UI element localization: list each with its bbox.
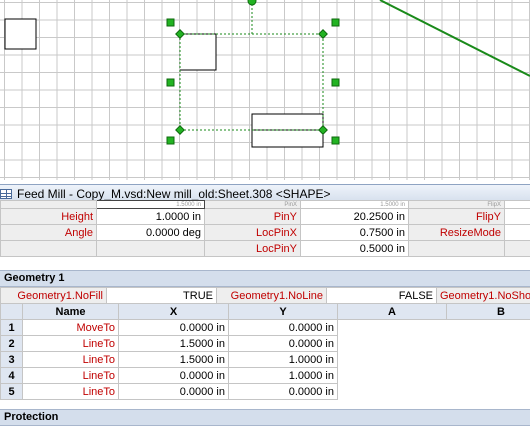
handle-outer-mid-left [166,78,175,87]
cell-noshow-label: Geometry1.NoShow [436,287,530,304]
cell-height-value[interactable]: 1.0000 in [96,208,205,225]
cell-angle-label: Angle [0,224,97,241]
row-y-value[interactable]: 0.0000 in [228,319,338,336]
row-name: LineTo [22,367,119,384]
cell-piny-value[interactable]: 20.2500 in [300,208,409,225]
transform-row: Height 1.0000 in PinY 20.2500 in FlipY [0,208,530,225]
transform-row-partial: 1.5000 in PinX 1.5000 in FlipX [0,200,530,209]
transform-row: LocPinY 0.5000 in [0,240,530,257]
row-number[interactable]: 2 [0,335,23,352]
row-x-value[interactable]: 0.0000 in [118,319,229,336]
geometry-rows-table: Name X Y A B 1 MoveTo 0.0000 in 0.0000 i… [0,303,530,400]
row-number[interactable]: 5 [0,383,23,400]
cell-piny-label: PinY [204,208,301,225]
cell-flipx-label: FlipX [408,200,505,209]
handle-outer-bottom-left [166,136,175,145]
table-row: 5 LineTo 0.0000 in 0.0000 in [0,383,530,400]
cell-nofill-label: Geometry1.NoFill [0,287,107,304]
row-y-value[interactable]: 1.0000 in [228,367,338,384]
cell-locpinx-value[interactable]: 0.7500 in [300,224,409,241]
row-y-value[interactable]: 0.0000 in [228,383,338,400]
table-row: 1 MoveTo 0.0000 in 0.0000 in [0,319,530,336]
protection-section-header[interactable]: Protection [0,409,530,426]
cell-nofill-value[interactable]: TRUE [106,287,217,304]
cell-flipy-value[interactable] [504,208,530,225]
geometry-section-header[interactable]: Geometry 1 [0,270,530,287]
row-name: LineTo [22,335,119,352]
row-x-value[interactable]: 1.5000 in [118,351,229,368]
row-y-value[interactable]: 1.0000 in [228,351,338,368]
handle-vertex-top-right [318,29,328,39]
connector-line[interactable] [379,0,530,77]
column-header-x[interactable]: X [118,303,229,320]
drawing-canvas[interactable] [0,0,530,180]
column-header-b[interactable]: B [446,303,530,320]
handle-outer-top-left [166,18,175,27]
row-y-value[interactable]: 0.0000 in [228,335,338,352]
row-number[interactable]: 3 [0,351,23,368]
geometry-props-row: Geometry1.NoFill TRUE Geometry1.NoLine F… [0,287,530,304]
row-number[interactable]: 1 [0,319,23,336]
cell-locpinx-label: LocPinX [204,224,301,241]
cell-resizemode-label: ResizeMode [408,224,505,241]
row-name: LineTo [22,351,119,368]
handle-outer-top-right [331,18,340,27]
row-x-value[interactable]: 1.5000 in [118,335,229,352]
cell-locpiny-label: LocPinY [204,240,301,257]
geometry-column-header-row: Name X Y A B [0,303,530,320]
handle-outer-bottom-right [331,136,340,145]
small-square-shape[interactable] [4,18,37,50]
transform-row: Angle 0.0000 deg LocPinX 0.7500 in Resiz… [0,224,530,241]
cell-pinx-value[interactable]: 1.5000 in [300,200,409,209]
handle-outer-mid-right [331,78,340,87]
row-x-value[interactable]: 0.0000 in [118,383,229,400]
shape-transform-table: 1.5000 in PinX 1.5000 in FlipX Height 1.… [0,200,530,257]
rotation-handle[interactable] [247,0,257,6]
row-name: MoveTo [22,319,119,336]
column-header-name[interactable]: Name [22,303,119,320]
cell-noline-value[interactable]: FALSE [326,287,437,304]
cell-height-label: Height [0,208,97,225]
table-row: 2 LineTo 1.5000 in 0.0000 in [0,335,530,352]
row-x-value[interactable]: 0.0000 in [118,367,229,384]
cell-pinx-label: PinX [204,200,301,209]
table-row: 4 LineTo 0.0000 in 1.0000 in [0,367,530,384]
geometry-props-table: Geometry1.NoFill TRUE Geometry1.NoLine F… [0,287,530,304]
column-header-a[interactable]: A [337,303,447,320]
column-header-y[interactable]: Y [228,303,338,320]
shapesheet-icon [0,189,12,199]
cell-angle-value[interactable]: 0.0000 deg [96,224,205,241]
handle-vertex-bottom-left [175,125,185,135]
table-row: 3 LineTo 1.5000 in 1.0000 in [0,351,530,368]
row-name: LineTo [22,383,119,400]
row-number[interactable]: 4 [0,367,23,384]
cell-width-value[interactable]: 1.5000 in [96,200,205,209]
shapesheet-window: Feed Mill - Copy_M.vsd:New mill_old:Shee… [0,184,530,427]
inner-shape-top-left[interactable] [180,33,217,71]
cell-locpiny-value[interactable]: 0.5000 in [300,240,409,257]
cell-flipy-label: FlipY [408,208,505,225]
cell-resizemode-value[interactable] [504,224,530,241]
cell-noline-label: Geometry1.NoLine [216,287,327,304]
